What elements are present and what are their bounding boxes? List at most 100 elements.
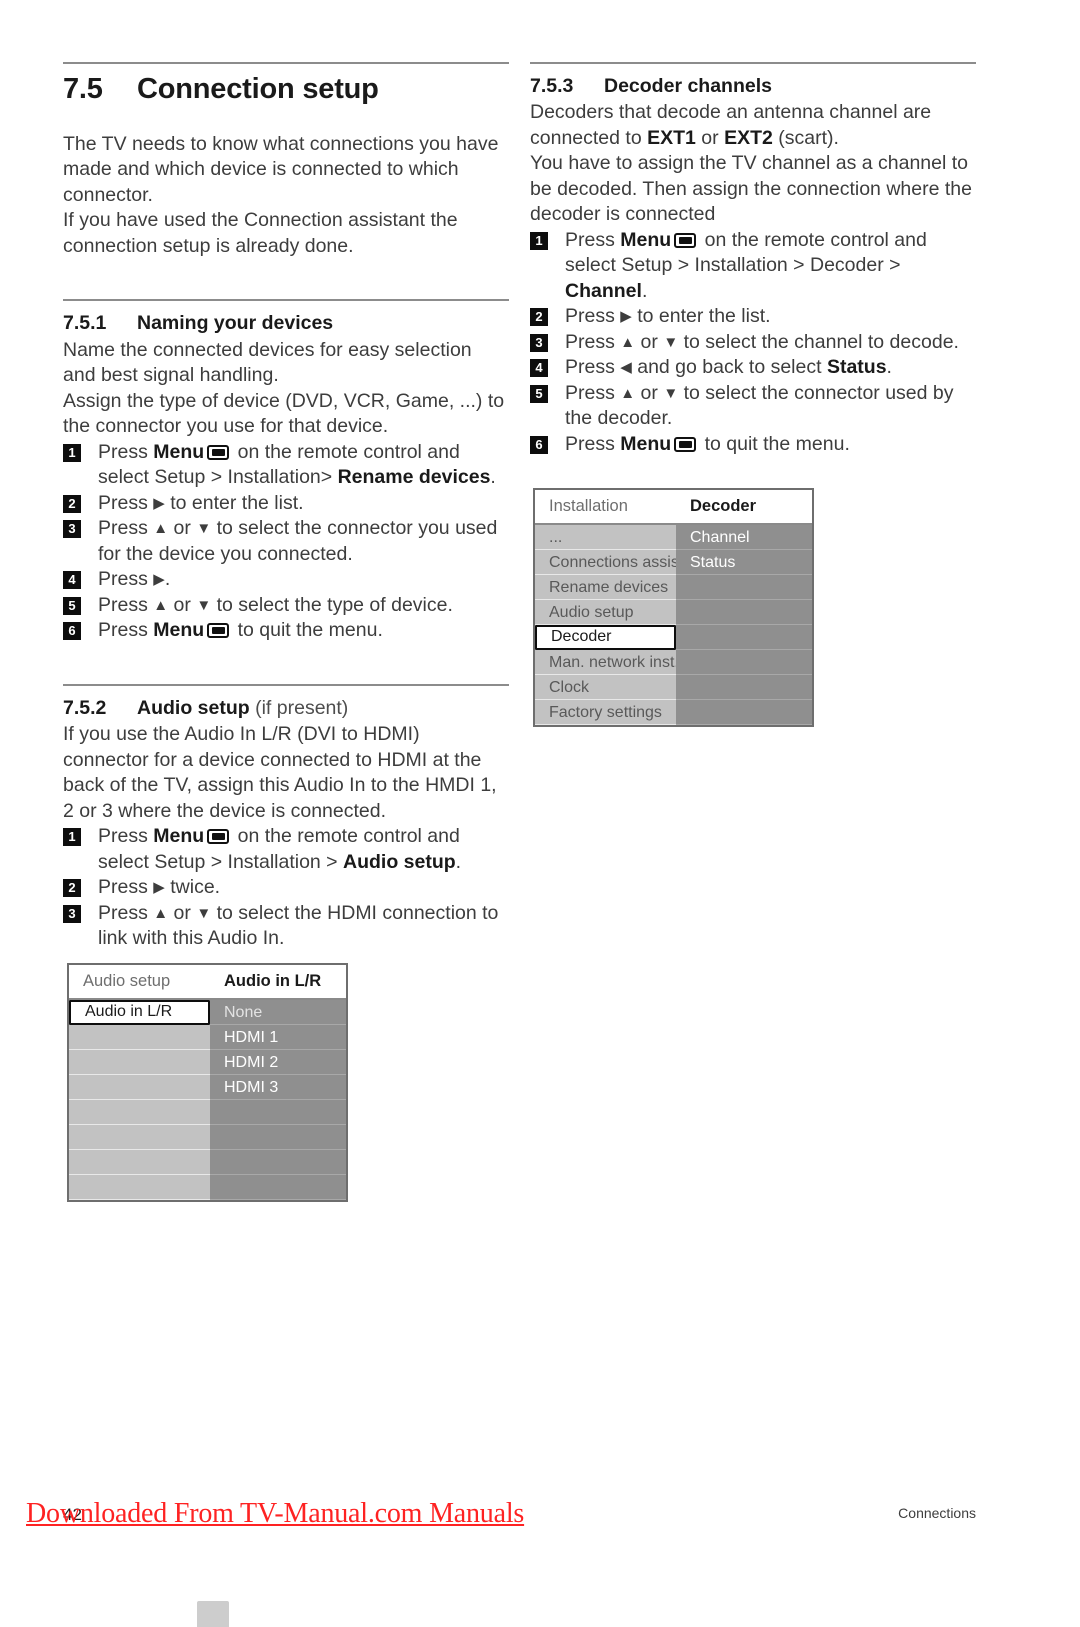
menu-header: Audio setup Audio in L/R bbox=[69, 965, 346, 1000]
step-text-pre: Press bbox=[565, 228, 621, 251]
list-item: 2 Press ▶ to enter the list. bbox=[530, 304, 976, 330]
step-number: 1 bbox=[63, 828, 81, 847]
step-number: 5 bbox=[63, 596, 81, 615]
step-text-pre: Press bbox=[565, 305, 621, 328]
menu-keyword: Menu bbox=[620, 432, 672, 455]
subsection-752-title: Audio setup bbox=[137, 696, 250, 719]
arrow-right-icon: ▶ bbox=[153, 494, 165, 512]
menu-remote-icon bbox=[207, 444, 230, 460]
subsection-751-title: Naming your devices bbox=[137, 312, 334, 335]
menu-remote-icon bbox=[674, 436, 697, 452]
table-row bbox=[69, 1100, 346, 1125]
step-text-pre: Press bbox=[98, 440, 154, 463]
arrow-up-icon: ▲ bbox=[153, 904, 169, 922]
list-item: 4 Press ▶. bbox=[63, 567, 509, 593]
step-number: 2 bbox=[530, 308, 548, 327]
menu-item-connections-assist[interactable]: Connections assist. bbox=[535, 550, 676, 575]
list-item: 2 Press ▶ to enter the list. bbox=[63, 491, 509, 517]
step-text-post: to quit the menu. bbox=[699, 432, 850, 455]
menu-item-rename-devices[interactable]: Rename devices bbox=[535, 575, 676, 600]
menu-item-empty bbox=[69, 1075, 210, 1100]
list-item: 1 Press Menu on the remote control and se… bbox=[63, 440, 509, 491]
step-text-mid: or bbox=[168, 593, 197, 616]
watermark-link[interactable]: Downloaded From TV-Manual.com Manuals bbox=[26, 1498, 524, 1530]
menu-option-empty bbox=[676, 625, 812, 650]
list-item: 3 Press ▲ or ▼ to select the HDMI connect… bbox=[63, 901, 509, 952]
menu-item-empty bbox=[69, 1150, 210, 1175]
menu-keyword: Menu bbox=[620, 228, 672, 251]
menu-item-ellipsis[interactable]: ... bbox=[535, 525, 676, 550]
arrow-down-icon: ▼ bbox=[196, 904, 212, 922]
left-column: 7.5 Connection setup The TV needs to know… bbox=[63, 62, 509, 952]
arrow-up-icon: ▲ bbox=[153, 520, 169, 538]
steps-751: 1 Press Menu on the remote control and se… bbox=[63, 440, 509, 644]
step-text-pre: Press bbox=[98, 491, 154, 514]
menu-header-left: Audio setup bbox=[83, 972, 171, 990]
step-text-pre: Press bbox=[98, 876, 154, 899]
step-text-pre: Press bbox=[98, 619, 154, 642]
table-row: Audio in L/R None bbox=[69, 1000, 346, 1025]
table-row: HDMI 1 bbox=[69, 1025, 346, 1050]
menu-option-empty bbox=[210, 1175, 346, 1200]
arrow-down-icon: ▼ bbox=[663, 384, 679, 402]
menu-remote-icon bbox=[207, 829, 230, 845]
menu-item-audio-in-lr[interactable]: Audio in L/R bbox=[69, 1000, 210, 1025]
menu-item-factory-settings[interactable]: Factory settings bbox=[535, 700, 676, 725]
step-text-pre: Press bbox=[565, 381, 621, 404]
step-text-mid: or bbox=[635, 381, 664, 404]
menu-option-empty bbox=[676, 675, 812, 700]
list-item: 5 Press ▲ or ▼ to select the connector us… bbox=[530, 381, 976, 432]
table-row bbox=[69, 1150, 346, 1175]
page-title: 7.5 Connection setup bbox=[63, 73, 509, 106]
menu-item-decoder[interactable]: Decoder bbox=[535, 625, 676, 650]
menu-option-hdmi1[interactable]: HDMI 1 bbox=[210, 1025, 346, 1050]
menu-option-none[interactable]: None bbox=[210, 1000, 346, 1025]
arrow-down-icon: ▼ bbox=[196, 520, 212, 538]
subsection-752-number: 7.5.2 bbox=[63, 696, 107, 719]
menu-option-hdmi2[interactable]: HDMI 2 bbox=[210, 1050, 346, 1075]
arrow-down-icon: ▼ bbox=[663, 333, 679, 351]
menu-option-empty bbox=[210, 1100, 346, 1125]
step-text-tail: . bbox=[490, 466, 496, 489]
step-text-post: to select the channel to decode. bbox=[678, 330, 959, 353]
step-text-post: to enter the list. bbox=[164, 491, 304, 514]
menu-item-clock[interactable]: Clock bbox=[535, 675, 676, 700]
list-item: 6 Press Menu to quit the menu. bbox=[63, 618, 509, 644]
menu-item-empty bbox=[69, 1125, 210, 1150]
menu-option-hdmi3[interactable]: HDMI 3 bbox=[210, 1075, 346, 1100]
menu-header-left: Installation bbox=[549, 497, 628, 515]
table-row: Clock bbox=[535, 675, 812, 700]
menu-item-audio-setup[interactable]: Audio setup bbox=[535, 600, 676, 625]
ext2-keyword: EXT2 bbox=[724, 126, 773, 149]
para-752-1: If you use the Audio In L/R (DVI to HDMI… bbox=[63, 723, 497, 822]
step-text-mid: or bbox=[635, 330, 664, 353]
status-keyword: Status bbox=[826, 356, 887, 379]
list-item: 2 Press ▶ twice. bbox=[63, 875, 509, 901]
table-row: HDMI 2 bbox=[69, 1050, 346, 1075]
step-text-pre: Press bbox=[98, 517, 154, 540]
steps-752: 1 Press Menu on the remote control and se… bbox=[63, 824, 509, 952]
menu-option-status[interactable]: Status bbox=[676, 550, 812, 575]
para-753-2: You have to assign the TV channel as a c… bbox=[530, 152, 972, 226]
list-item: 4 Press ◀ and go back to select Status. bbox=[530, 355, 976, 381]
table-row bbox=[69, 1125, 346, 1150]
section-number: 7.5 bbox=[63, 73, 103, 105]
audio-setup-menu-screenshot: Audio setup Audio in L/R Audio in L/R No… bbox=[67, 963, 348, 1202]
step-text-post: to enter the list. bbox=[631, 305, 771, 328]
step-text-pre: Press bbox=[98, 593, 154, 616]
step-number: 1 bbox=[530, 231, 548, 250]
menu-keyword: Menu bbox=[153, 825, 205, 848]
steps-753: 1 Press Menu on the remote control and se… bbox=[530, 228, 976, 458]
step-text-tail: . bbox=[641, 279, 648, 302]
menu-item-man-network-inst[interactable]: Man. network inst. bbox=[535, 650, 676, 675]
table-row: HDMI 3 bbox=[69, 1075, 346, 1100]
rename-devices-keyword: Rename devices bbox=[337, 466, 491, 489]
step-text-pre: Press bbox=[565, 356, 621, 379]
list-item: 5 Press ▲ or ▼ to select the type of devi… bbox=[63, 593, 509, 619]
menu-option-channel[interactable]: Channel bbox=[676, 525, 812, 550]
subsection-751-heading: 7.5.1 Naming your devices bbox=[63, 311, 509, 335]
para-751-1: Name the connected devices for easy sele… bbox=[63, 338, 472, 387]
step-number: 3 bbox=[63, 520, 81, 539]
table-row: Audio setup bbox=[535, 600, 812, 625]
intro-paragraph-2: If you have used the Connection assistan… bbox=[63, 209, 458, 257]
